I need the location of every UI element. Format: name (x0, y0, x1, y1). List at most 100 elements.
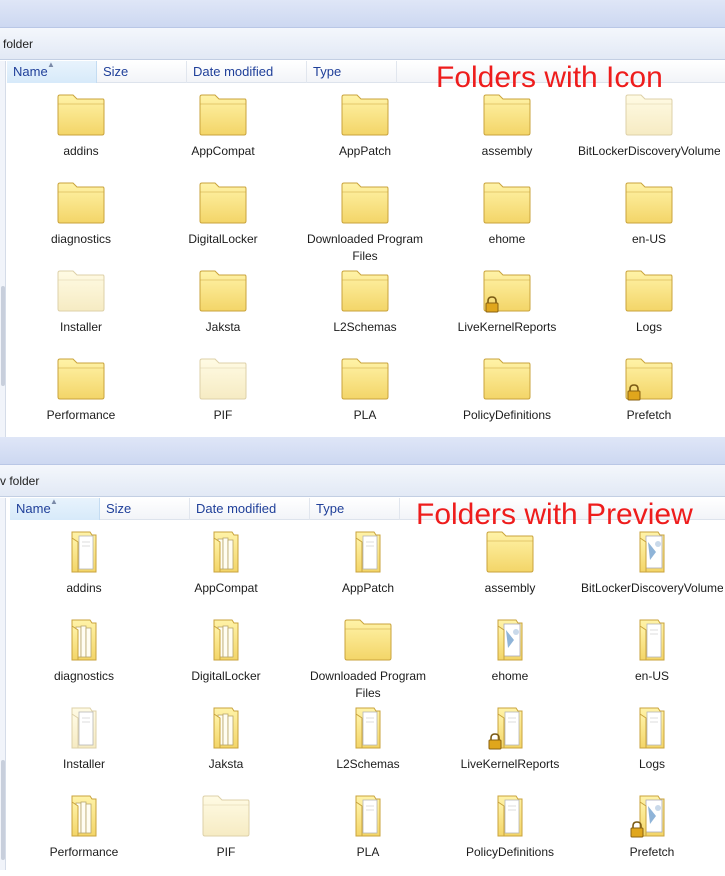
column-header-name[interactable]: Name ▲ (7, 61, 97, 83)
folder-icon (483, 181, 531, 225)
folder-name: Prefetch (626, 408, 672, 422)
folder-icon (625, 181, 673, 225)
column-header-type[interactable]: Type (310, 498, 400, 520)
folder-item[interactable]: AppCompat (155, 526, 297, 612)
folder-item[interactable]: LiveKernelReports (436, 265, 578, 351)
folder-item[interactable]: Logs (581, 702, 723, 788)
folder-item[interactable]: BitLockerDiscoveryVolumeContents (581, 526, 723, 612)
folder-preview-icon (628, 706, 676, 750)
folder-item[interactable]: ehome (436, 177, 578, 263)
folder-item[interactable]: PIF (155, 790, 297, 876)
folder-item[interactable]: PLA (294, 353, 436, 439)
nav-pane-scrollbar[interactable] (0, 498, 6, 870)
folder-item[interactable]: diagnostics (13, 614, 155, 700)
folder-name: Jaksta (205, 320, 241, 334)
folder-name: BitLockerDiscoveryVolumeContents (581, 581, 723, 595)
folder-icon (486, 530, 534, 574)
folder-name: BitLockerDiscoveryVolumeContents (578, 144, 720, 158)
folder-item[interactable]: BitLockerDiscoveryVolumeContents (578, 89, 720, 175)
folder-item[interactable]: Jaksta (152, 265, 294, 351)
folder-preview-icon (344, 706, 392, 750)
nav-pane-scrollbar[interactable] (0, 61, 6, 437)
breadcrumb[interactable]: v folder (0, 474, 39, 488)
folder-preview-icon (60, 530, 108, 574)
folder-icon (341, 269, 389, 313)
column-header-date-modified[interactable]: Date modified (187, 61, 307, 83)
file-list-pane: Name ▲ Size Date modified Type Folders wi… (0, 498, 725, 870)
folder-item[interactable]: AppCompat (152, 89, 294, 175)
folder-name: AppCompat (191, 144, 255, 158)
title-band (0, 0, 725, 28)
folder-item[interactable]: AppPatch (297, 526, 439, 612)
column-header-name[interactable]: Name ▲ (10, 498, 100, 520)
folder-preview-icon (202, 706, 250, 750)
column-header-size[interactable]: Size (100, 498, 190, 520)
breadcrumb[interactable]: folder (0, 37, 33, 51)
folder-item[interactable]: diagnostics (10, 177, 152, 263)
folder-item[interactable]: en-US (578, 177, 720, 263)
folder-name: PolicyDefinitions (462, 408, 552, 422)
folder-preview-icon (344, 794, 392, 838)
title-band (0, 437, 725, 465)
address-bar[interactable]: folder (0, 28, 725, 60)
folder-name: PIF (216, 845, 236, 859)
folder-icon (57, 357, 105, 401)
folder-icon (344, 618, 392, 662)
folder-preview-icon (486, 618, 534, 662)
folder-item[interactable]: PolicyDefinitions (436, 353, 578, 439)
column-header-type[interactable]: Type (307, 61, 397, 83)
folder-item[interactable]: Installer (10, 265, 152, 351)
folder-name: L2Schemas (333, 320, 397, 334)
folder-name: DigitalLocker (191, 669, 261, 683)
scrollbar-thumb[interactable] (1, 760, 5, 860)
folder-item[interactable]: Downloaded Program Files (297, 614, 439, 700)
column-header-size[interactable]: Size (97, 61, 187, 83)
folder-icon (625, 269, 673, 313)
folder-item[interactable]: assembly (439, 526, 581, 612)
file-list-pane: Name ▲ Size Date modified Type Folders wi… (0, 61, 725, 437)
folder-preview-icon (202, 618, 250, 662)
folder-item[interactable]: en-US (581, 614, 723, 700)
folder-name: addins (66, 581, 102, 595)
folder-item[interactable]: Jaksta (155, 702, 297, 788)
folder-item[interactable]: L2Schemas (297, 702, 439, 788)
folder-icon (341, 93, 389, 137)
folder-item[interactable]: Performance (13, 790, 155, 876)
folder-icon (199, 181, 247, 225)
column-date-label: Date modified (196, 501, 277, 516)
column-header-date-modified[interactable]: Date modified (190, 498, 310, 520)
folder-item[interactable]: Downloaded Program Files (294, 177, 436, 263)
folder-item[interactable]: ehome (439, 614, 581, 700)
folder-icon (199, 93, 247, 137)
folder-item[interactable]: addins (10, 89, 152, 175)
folder-name: assembly (484, 581, 536, 595)
scrollbar-thumb[interactable] (1, 286, 5, 386)
folder-item[interactable]: Logs (578, 265, 720, 351)
folder-item[interactable]: Prefetch (578, 353, 720, 439)
folder-preview-icon (486, 794, 534, 838)
folder-item[interactable]: Performance (10, 353, 152, 439)
folder-name: diagnostics (53, 669, 115, 683)
folder-name: Performance (46, 408, 116, 422)
locked-folder-icon (483, 269, 531, 313)
folder-item[interactable]: AppPatch (294, 89, 436, 175)
folder-name: Jaksta (208, 757, 244, 771)
folder-item[interactable]: PolicyDefinitions (439, 790, 581, 876)
folder-item[interactable]: LiveKernelReports (439, 702, 581, 788)
folder-item[interactable]: Installer (13, 702, 155, 788)
folder-item[interactable]: assembly (436, 89, 578, 175)
folder-name: Downloaded Program Files (306, 232, 424, 263)
folder-name: L2Schemas (336, 757, 400, 771)
folder-item[interactable]: DigitalLocker (155, 614, 297, 700)
folder-name: Prefetch (629, 845, 675, 859)
folder-item[interactable]: PIF (152, 353, 294, 439)
folder-item[interactable]: PLA (297, 790, 439, 876)
address-bar[interactable]: v folder (0, 465, 725, 497)
folder-item[interactable]: Prefetch (581, 790, 723, 876)
folder-item[interactable]: addins (13, 526, 155, 612)
folder-item[interactable]: L2Schemas (294, 265, 436, 351)
folder-preview-icon (202, 530, 250, 574)
folder-preview-icon (628, 530, 676, 574)
folder-name: Logs (638, 757, 666, 771)
folder-item[interactable]: DigitalLocker (152, 177, 294, 263)
